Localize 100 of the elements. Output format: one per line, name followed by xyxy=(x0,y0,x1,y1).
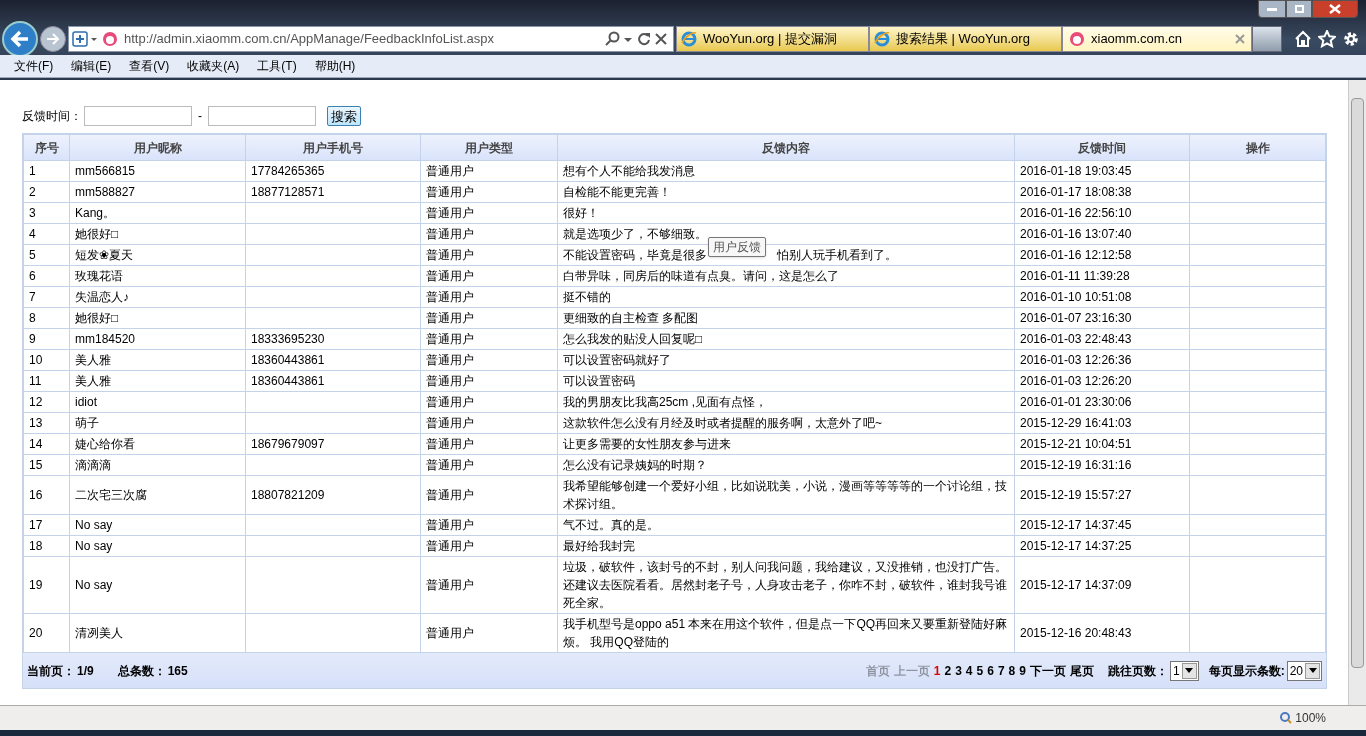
table-cell: 2015-12-19 15:57:27 xyxy=(1014,475,1190,515)
table-cell: 普通用户 xyxy=(420,556,558,614)
table-cell: 2015-12-21 10:04:51 xyxy=(1014,433,1190,455)
table-cell: 3 xyxy=(23,202,70,224)
scrollbar[interactable] xyxy=(1348,80,1366,705)
page-link[interactable]: 9 xyxy=(1019,661,1026,680)
menu-item[interactable]: 帮助(H) xyxy=(308,57,362,75)
table-cell: 婕心给你看 xyxy=(69,433,246,455)
table-cell: 垃圾，破软件，该封号的不封，别人问我问题，我给建议，又没推销，也没打广告。还建议去医院看看。居然封老子号，人身攻击老子，你咋不封，破软件，谁封我号谁死全家。 xyxy=(557,556,1015,614)
menu-item[interactable]: 编辑(E) xyxy=(65,57,118,75)
table-cell: 萌子 xyxy=(69,412,246,434)
table-cell: mm588827 xyxy=(69,181,246,203)
table-cell: 二次宅三次腐 xyxy=(69,475,246,515)
zoom-level[interactable]: 100% xyxy=(1295,709,1326,727)
table-cell: 9 xyxy=(23,328,70,350)
page-link[interactable]: 6 xyxy=(987,661,994,680)
table-cell: 短发❀夏天 xyxy=(69,244,246,266)
close-icon[interactable] xyxy=(655,32,667,45)
table-cell: 普通用户 xyxy=(420,307,558,329)
page-link[interactable]: 下一页 xyxy=(1029,661,1066,680)
close-button[interactable] xyxy=(1312,0,1358,18)
table-cell: 普通用户 xyxy=(420,412,558,434)
date-to-field[interactable] xyxy=(208,106,316,126)
table-cell: 气不过。真的是。 xyxy=(557,514,1015,536)
column-header[interactable]: 用户类型 xyxy=(420,134,558,161)
compat-icon[interactable] xyxy=(72,29,98,48)
menu-item[interactable]: 工具(T) xyxy=(251,57,303,75)
page-select[interactable]: 1 xyxy=(1169,660,1199,681)
new-tab-button[interactable] xyxy=(1252,25,1282,52)
page-link[interactable]: 4 xyxy=(965,661,973,680)
table-cell: 2016-01-11 11:39:28 xyxy=(1014,265,1190,287)
table-cell: No say xyxy=(69,514,246,536)
page-link[interactable]: 8 xyxy=(1008,661,1016,680)
zoom-icon[interactable] xyxy=(1280,712,1293,724)
table-cell: 2016-01-16 22:56:10 xyxy=(1014,202,1190,224)
table-cell: mm566815 xyxy=(69,160,246,182)
close-tab-icon[interactable] xyxy=(1235,33,1245,44)
table-cell: 18360443861 xyxy=(245,370,421,392)
home-icon[interactable] xyxy=(1294,29,1312,48)
maximize-button[interactable] xyxy=(1286,0,1312,18)
table-cell: 18877128571 xyxy=(245,181,421,203)
table-cell: 普通用户 xyxy=(420,613,558,653)
column-header[interactable]: 反馈时间 xyxy=(1014,134,1190,161)
page-link[interactable]: 1 xyxy=(933,661,941,680)
table-cell: 2016-01-03 12:26:20 xyxy=(1014,370,1190,392)
table-cell: 18333695230 xyxy=(245,328,421,350)
browser-tab[interactable]: xiaomm.com.cn xyxy=(1062,25,1252,52)
caret-icon xyxy=(1305,662,1320,679)
table-cell: 8 xyxy=(23,307,70,329)
page-link[interactable]: 5 xyxy=(976,661,984,680)
menu-item[interactable]: 文件(F) xyxy=(8,57,60,75)
table-cell: 2015-12-29 16:41:03 xyxy=(1014,412,1190,434)
minimize-button[interactable] xyxy=(1258,0,1286,18)
column-header[interactable]: 用户昵称 xyxy=(69,134,246,161)
table-cell: 她很好□ xyxy=(69,307,246,329)
table-cell: 6 xyxy=(23,265,70,287)
total-value: 165 xyxy=(167,662,188,680)
menu-item[interactable]: 收藏夹(A) xyxy=(181,57,246,75)
table-cell: 白带异味，同房后的味道有点臭。请问，这是怎么了 xyxy=(557,265,1015,287)
browser-tab[interactable]: WooYun.org | 提交漏洞 xyxy=(676,25,869,52)
page-link[interactable]: 7 xyxy=(997,661,1005,680)
table-cell: 最好给我封完 xyxy=(557,535,1015,557)
table-cell: 4 xyxy=(23,223,70,245)
page-link[interactable]: 尾页 xyxy=(1069,661,1094,680)
table-cell: 让更多需要的女性朋友参与进来 xyxy=(557,433,1015,455)
table-cell: 玫瑰花语 xyxy=(69,265,246,287)
table-cell: 2016-01-07 23:16:30 xyxy=(1014,307,1190,329)
date-from-field[interactable] xyxy=(84,106,192,126)
browser-tab[interactable]: 搜索结果 | WooYun.org xyxy=(869,25,1062,52)
search-button[interactable]: 搜索 xyxy=(327,106,361,126)
table-cell: 更细致的自主检查 多配图 xyxy=(557,307,1015,329)
column-header[interactable]: 用户手机号 xyxy=(245,134,421,161)
page-value: 1/9 xyxy=(77,662,94,680)
page-link[interactable]: 3 xyxy=(955,661,962,680)
table-cell: 怎么没有记录姨妈的时期？ xyxy=(557,454,1015,476)
address-bar[interactable]: http://admin.xiaomm.com.cn/AppManage/FeedbackInfoList.aspx xyxy=(68,25,674,52)
refresh-icon[interactable] xyxy=(637,31,651,46)
table-cell: mm184520 xyxy=(69,328,246,350)
table-cell: 7 xyxy=(23,286,70,308)
table-cell-text: 不能设置密码，毕竟是很多 xyxy=(563,247,707,264)
star-icon[interactable] xyxy=(1318,29,1336,48)
table-cell: 2 xyxy=(23,181,70,203)
page-link[interactable]: 2 xyxy=(944,661,952,680)
site-icon xyxy=(102,30,118,47)
table-cell: 2016-01-03 22:48:43 xyxy=(1014,328,1190,350)
table-cell: 普通用户 xyxy=(420,181,558,203)
column-header[interactable]: 序号 xyxy=(23,134,70,161)
column-header[interactable]: 操作 xyxy=(1189,134,1326,161)
back-button[interactable] xyxy=(2,20,38,57)
settings-icon[interactable] xyxy=(1342,29,1360,48)
menu-item[interactable]: 查看(V) xyxy=(123,57,176,75)
page-label: 当前页： xyxy=(27,662,75,680)
table-cell: 18 xyxy=(23,535,70,557)
caret-icon xyxy=(1181,662,1197,679)
column-header[interactable]: 反馈内容 xyxy=(557,134,1015,161)
search-icon[interactable] xyxy=(605,30,621,47)
table-cell: 想有个人不能给我发消息 xyxy=(557,160,1015,182)
table-cell: 清冽美人 xyxy=(69,613,246,653)
forward-button[interactable] xyxy=(40,25,66,52)
page-size-select[interactable]: 20 xyxy=(1286,660,1322,681)
